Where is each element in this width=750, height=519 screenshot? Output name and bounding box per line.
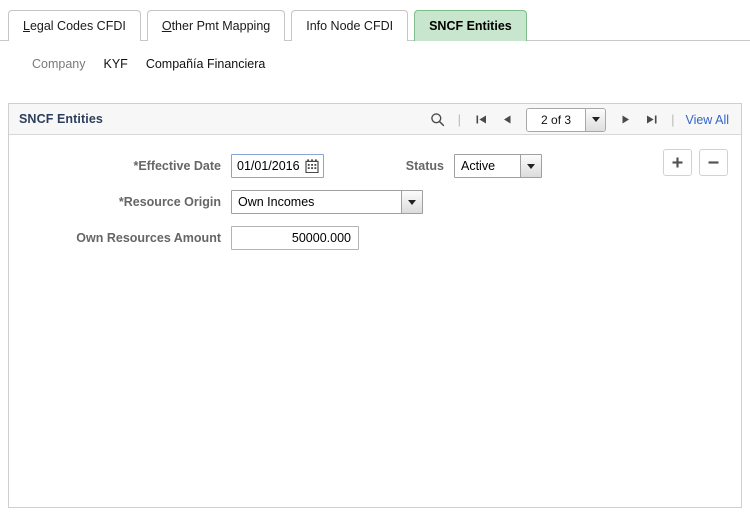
own-resources-amount-input[interactable]: 50000.000: [231, 226, 359, 250]
first-page-icon[interactable]: [468, 108, 494, 132]
effective-date-label: *Effective Date: [133, 159, 221, 173]
last-page-icon[interactable]: [638, 108, 664, 132]
status-chevron-glyph: [527, 163, 535, 169]
add-row-button[interactable]: [663, 149, 692, 176]
status-select[interactable]: Active: [454, 154, 542, 178]
tab-legal-codes-cfdi[interactable]: Legal Codes CFDI: [8, 10, 141, 41]
delete-row-button[interactable]: [699, 149, 728, 176]
company-name: Compañía Financiera: [145, 57, 266, 71]
own-resources-amount-row: Own Resources Amount 50000.000: [9, 225, 741, 251]
tab-info-node-cfdi[interactable]: Info Node CFDI: [291, 10, 409, 41]
resource-origin-chevron-glyph: [408, 199, 416, 205]
status-value: Active: [461, 159, 496, 173]
tab-accel-o: O: [161, 19, 172, 33]
previous-page-icon-svg: [503, 115, 511, 124]
tab-other-pmt-mapping-label: ther Pmt Mapping: [171, 19, 271, 33]
tab-legal-codes-cfdi-label: egal Codes CFDI: [29, 19, 126, 33]
effective-date-row: *Effective Date 01/01/2016 Status Active: [9, 153, 741, 179]
company-context-row: Company KYF Compañía Financiera: [0, 41, 750, 71]
chevron-down-icon[interactable]: [585, 108, 606, 131]
view-all-link[interactable]: View All: [681, 113, 733, 127]
resource-origin-value: Own Incomes: [238, 195, 315, 209]
effective-date-value: 01/01/2016: [237, 159, 300, 173]
effective-date-input[interactable]: 01/01/2016: [231, 154, 324, 178]
nav-separator-left: |: [457, 112, 462, 127]
tab-other-pmt-mapping[interactable]: Other Pmt Mapping: [146, 10, 286, 41]
calendar-icon[interactable]: [305, 159, 319, 173]
panel-navigation-toolbar: | 2 of 3 | View All: [425, 104, 733, 135]
resource-origin-row: *Resource Origin Own Incomes: [9, 189, 741, 215]
chevron-down-icon-glyph: [591, 117, 600, 122]
tab-list: Legal Codes CFDI Other Pmt Mapping Info …: [8, 0, 750, 41]
resource-origin-label: *Resource Origin: [118, 195, 221, 209]
panel-body: *Effective Date 01/01/2016 Status Active…: [9, 135, 741, 506]
tab-sncf-entities[interactable]: SNCF Entities: [414, 10, 527, 41]
page-indicator-dropdown[interactable]: 2 of 3: [526, 107, 607, 132]
resource-origin-select[interactable]: Own Incomes: [231, 190, 423, 214]
sncf-entities-panel: SNCF Entities | 2 of 3 | View All *Effec…: [8, 103, 742, 508]
status-chevron-down-icon[interactable]: [520, 155, 541, 177]
company-label: Company: [32, 57, 86, 71]
tab-accel-l: L: [23, 19, 30, 33]
page-indicator-value: 2 of 3: [527, 108, 586, 131]
minus-icon: [708, 161, 719, 164]
first-page-icon-svg: [476, 115, 486, 124]
panel-header: SNCF Entities | 2 of 3 | View All: [9, 104, 741, 135]
status-label: Status: [405, 159, 444, 173]
tab-sncf-entities-label: SNCF Entities: [429, 19, 512, 33]
next-page-icon[interactable]: [612, 108, 638, 132]
search-icon-svg: [431, 113, 445, 127]
tab-info-node-cfdi-label: Info Node CFDI: [306, 19, 394, 33]
previous-page-icon[interactable]: [494, 108, 520, 132]
last-page-icon-svg: [646, 115, 657, 124]
nav-separator-right: |: [671, 112, 675, 127]
company-code: KYF: [103, 57, 128, 71]
next-page-icon-svg: [622, 115, 629, 124]
row-action-buttons: [663, 149, 728, 176]
search-icon[interactable]: [425, 108, 451, 132]
resource-origin-chevron-down-icon[interactable]: [401, 191, 422, 213]
plus-icon: [672, 157, 683, 168]
panel-title: SNCF Entities: [19, 112, 103, 126]
own-resources-amount-label: Own Resources Amount: [76, 231, 221, 245]
tab-bar: Legal Codes CFDI Other Pmt Mapping Info …: [0, 0, 750, 41]
